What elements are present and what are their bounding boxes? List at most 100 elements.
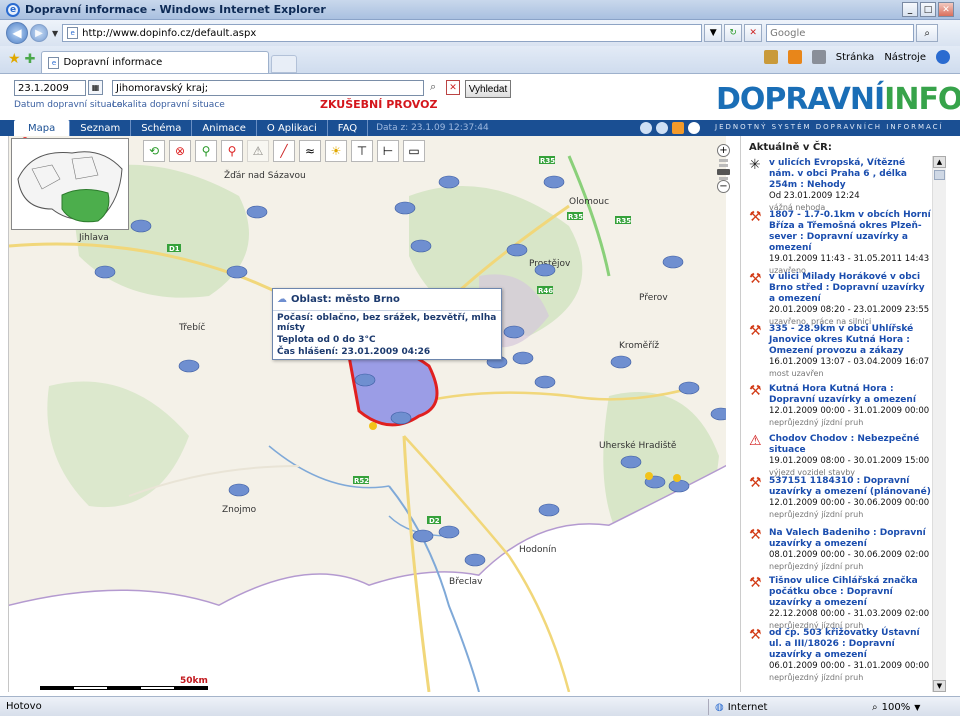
- rss-icon[interactable]: [672, 122, 684, 134]
- refresh-icon[interactable]: ↻: [724, 24, 743, 42]
- news-item[interactable]: ⚒ 1807 - 1.7-0.1km v obcích Horní Bříza a…: [749, 210, 933, 276]
- marker-red-icon[interactable]: ⚲: [221, 140, 243, 162]
- news-item[interactable]: ⚒ Na Valech Badeniho : Dopravní uzavírky …: [749, 528, 933, 572]
- news-item[interactable]: ⚠ Chodov Chodov : Nebezpečné situace 19.01…: [749, 434, 933, 478]
- map-canvas[interactable]: D1 R35 R35 R35 R46 R52 D2 Žďár nad Sázav…: [8, 136, 726, 692]
- home-icon[interactable]: [763, 50, 778, 64]
- tab-mapa[interactable]: Mapa: [14, 120, 71, 136]
- marker-green-icon[interactable]: ⚲: [195, 140, 217, 162]
- browser-tab[interactable]: e Dopravní informace: [41, 51, 270, 73]
- forward-button[interactable]: ▶: [30, 24, 48, 42]
- search-button[interactable]: Vyhledat: [465, 80, 511, 98]
- status-text: Hotovo: [6, 701, 42, 712]
- search-go-icon[interactable]: ⌕: [916, 24, 939, 42]
- sign-filter-icon[interactable]: ⊤: [351, 140, 373, 162]
- closure-filter-icon[interactable]: ⊗: [169, 140, 191, 162]
- news-item-status: neprůjezdný jízdní pruh: [769, 510, 864, 519]
- url-dropdown-icon[interactable]: ▼: [704, 24, 723, 42]
- news-item-time: 22.12.2008 00:00 - 31.03.2009 02:00: [769, 609, 930, 619]
- roadwork-icon: ⚒: [749, 575, 762, 591]
- news-item[interactable]: ⚒ v ulici Milady Horákové v obci Brno stř…: [749, 272, 933, 327]
- tab-schema[interactable]: Schéma: [131, 120, 193, 136]
- place-label: Jihlava: [78, 233, 109, 243]
- clear-icon[interactable]: ✕: [446, 80, 460, 95]
- place-label: Žďár nad Sázavou: [224, 169, 306, 181]
- add-favorites-icon[interactable]: ✚: [25, 52, 36, 67]
- news-item-headline[interactable]: Kutná Hora Kutná Hora : Dopravní uzavírk…: [769, 384, 933, 406]
- place-label: Břeclav: [449, 577, 483, 587]
- overview-minimap[interactable]: [11, 138, 129, 230]
- history-dropdown-icon[interactable]: ▼: [52, 29, 58, 38]
- news-item-time: Od 23.01.2009 12:24: [769, 191, 860, 201]
- zoom-step[interactable]: [719, 159, 728, 162]
- maximize-button[interactable]: □: [920, 2, 936, 17]
- location-input[interactable]: Jihomoravský kraj;: [112, 80, 424, 96]
- close-button[interactable]: ✕: [938, 2, 954, 17]
- scroll-thumb[interactable]: [934, 170, 945, 180]
- scroll-up-icon[interactable]: ▲: [933, 156, 946, 168]
- place-label: Hodonín: [519, 545, 556, 555]
- people-icon[interactable]: [640, 122, 652, 134]
- news-item[interactable]: ⚒ 537151 1184310 : Dopravní uzavírky a om…: [749, 476, 933, 520]
- logo-part-2: INFO: [884, 82, 960, 117]
- tab-page-icon: e: [48, 56, 60, 69]
- news-item[interactable]: ⚒ 335 - 28.9km v obci Uhlířské Janovice o…: [749, 324, 933, 379]
- info-icon[interactable]: [688, 122, 700, 134]
- weather-filter-icon[interactable]: ☀: [325, 140, 347, 162]
- tab-animace[interactable]: Animace: [192, 120, 257, 136]
- zoom-out-button[interactable]: −: [717, 180, 730, 193]
- news-item-time: 12.01.2009 00:00 - 31.01.2009 00:00: [769, 406, 930, 416]
- favorites-star-icon[interactable]: ★: [8, 51, 21, 67]
- url-field[interactable]: e http://www.dopinfo.cz/default.aspx: [62, 24, 703, 42]
- news-item-headline[interactable]: 1807 - 1.7-0.1km v obcích Horní Bříza a …: [769, 210, 933, 254]
- crossing-filter-icon[interactable]: ⊢: [377, 140, 399, 162]
- news-item[interactable]: ✳ v ulicích Evropská, Vítězné nám. v obci…: [749, 158, 933, 213]
- date-input[interactable]: 23.1.2009: [14, 80, 86, 96]
- refresh-map-icon[interactable]: ⟲: [143, 140, 165, 162]
- news-item-headline[interactable]: Tišnov ulice Cihlářská značka počátku ob…: [769, 576, 933, 609]
- zoom-in-button[interactable]: +: [717, 144, 730, 157]
- magnifier-icon[interactable]: ⌕: [430, 80, 444, 95]
- page-menu[interactable]: Stránka: [836, 52, 875, 63]
- news-item-headline[interactable]: 335 - 28.9km v obci Uhlířské Janovice ok…: [769, 324, 933, 357]
- news-item[interactable]: ⚒ Tišnov ulice Cihlářská značka počátku o…: [749, 576, 933, 631]
- news-item-headline[interactable]: v ulicích Evropská, Vítězné nám. v obci …: [769, 158, 933, 191]
- tab-faq[interactable]: FAQ: [328, 120, 369, 136]
- zoom-dropdown-icon[interactable]: ▼: [914, 703, 920, 712]
- news-item[interactable]: ⚒ od čp. 503 křižovatky Ústavní ul. a III…: [749, 628, 933, 683]
- camera-filter-icon[interactable]: ▭: [403, 140, 425, 162]
- security-zone[interactable]: ◍ Internet: [708, 699, 767, 715]
- web-search-input[interactable]: Google: [766, 24, 915, 42]
- zoom-level[interactable]: ⌕ 100% ▼: [872, 699, 920, 715]
- zoom-step[interactable]: [719, 164, 728, 167]
- mail-icon[interactable]: [656, 122, 668, 134]
- calendar-icon[interactable]: ▦: [88, 80, 103, 95]
- new-tab-button[interactable]: [271, 55, 298, 73]
- tab-seznam[interactable]: Seznam: [70, 120, 132, 136]
- help-icon[interactable]: [936, 50, 950, 64]
- news-item-headline[interactable]: od čp. 503 křižovatky Ústavní ul. a III/…: [769, 628, 933, 661]
- scroll-down-icon[interactable]: ▼: [933, 680, 946, 692]
- print-icon[interactable]: [811, 50, 826, 64]
- feeds-icon[interactable]: [787, 50, 802, 64]
- news-item-headline[interactable]: Chodov Chodov : Nebezpečné situace: [769, 434, 933, 456]
- traffic-filter-icon[interactable]: ≈: [299, 140, 321, 162]
- weather-popup: ☁ Oblast: město Brno Počasí: oblačno, bez…: [272, 288, 502, 360]
- road-filter-icon[interactable]: ╱: [273, 140, 295, 162]
- zoom-thumb[interactable]: [717, 169, 730, 175]
- news-item-headline[interactable]: 537151 1184310 : Dopravní uzavírky a ome…: [769, 476, 933, 498]
- news-item[interactable]: ⚒ Kutná Hora Kutná Hora : Dopravní uzavír…: [749, 384, 933, 428]
- news-item-headline[interactable]: Na Valech Badeniho : Dopravní uzavírky a…: [769, 528, 933, 550]
- tools-menu[interactable]: Nástroje: [884, 52, 926, 63]
- minimap-graphic: [17, 151, 123, 223]
- stop-icon[interactable]: ✕: [744, 24, 763, 42]
- news-scrollbar[interactable]: ▲ ▼: [932, 156, 946, 692]
- tab-o-aplikaci[interactable]: O Aplikaci: [257, 120, 328, 136]
- warning-filter-icon[interactable]: ⚠: [247, 140, 269, 162]
- news-panel-title: Aktuálně v ČR:: [749, 142, 832, 153]
- news-item-headline[interactable]: v ulici Milady Horákové v obci Brno stře…: [769, 272, 933, 305]
- cloud-icon: ☁: [277, 294, 287, 305]
- window-titlebar: e Dopravní informace - Windows Internet …: [0, 0, 960, 20]
- back-button[interactable]: ◀: [6, 22, 28, 44]
- minimize-button[interactable]: _: [902, 2, 918, 17]
